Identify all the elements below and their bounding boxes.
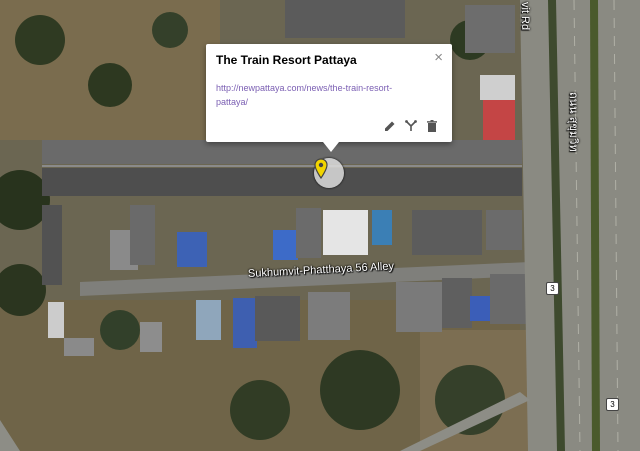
street-label-road-thai: ถนน สุขุมวิท xyxy=(567,92,579,152)
info-window: The Train Resort Pattaya × http://newpat… xyxy=(206,44,452,152)
info-window-toolbar xyxy=(384,120,438,132)
edit-icon[interactable] xyxy=(384,120,396,132)
info-window-link[interactable]: http://newpattaya.com/news/the-train-res… xyxy=(216,81,416,109)
pin-icon xyxy=(314,158,328,180)
delete-icon[interactable] xyxy=(426,120,438,132)
route-shield: 3 xyxy=(546,282,559,295)
info-window-title: The Train Resort Pattaya xyxy=(216,53,357,67)
street-label-road-en: vit Rd xyxy=(519,2,531,31)
close-icon[interactable]: × xyxy=(434,49,443,66)
style-icon[interactable] xyxy=(405,120,417,132)
route-shield: 3 xyxy=(606,398,619,411)
location-marker[interactable] xyxy=(314,158,344,188)
